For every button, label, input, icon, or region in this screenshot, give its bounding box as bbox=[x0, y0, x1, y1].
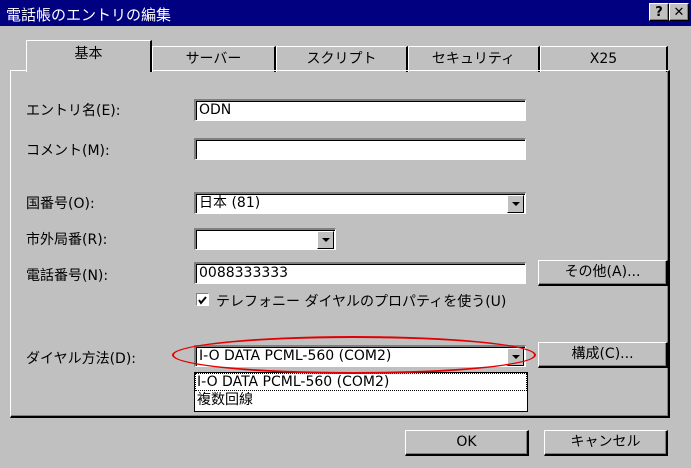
entry-name-input[interactable]: ODN bbox=[194, 99, 526, 121]
area-code-label: 市外局番(R): bbox=[26, 232, 108, 248]
close-button[interactable]: ✕ bbox=[669, 3, 689, 21]
tab-x25[interactable]: X25 bbox=[540, 46, 668, 72]
entry-name-label: エントリ名(E): bbox=[26, 103, 121, 119]
other-button[interactable]: その他(A)... bbox=[538, 260, 668, 286]
tab-server[interactable]: サーバー bbox=[152, 46, 276, 72]
highlight-ellipse bbox=[172, 336, 536, 374]
dial-method-label: ダイヤル方法(D): bbox=[26, 351, 137, 367]
country-code-select[interactable]: 日本 (81) bbox=[194, 192, 526, 214]
country-code-value: 日本 (81) bbox=[199, 195, 261, 211]
telephony-checkbox[interactable] bbox=[196, 293, 209, 306]
cancel-button[interactable]: キャンセル bbox=[544, 430, 668, 456]
tab-basic[interactable]: 基本 bbox=[26, 40, 152, 72]
help-button[interactable]: ? bbox=[649, 3, 669, 21]
window-title: 電話帳のエントリの編集 bbox=[6, 6, 172, 24]
checkmark-icon bbox=[198, 296, 207, 305]
title-bar: 電話帳のエントリの編集 ? ✕ bbox=[0, 0, 691, 26]
phone-number-label: 電話番号(N): bbox=[26, 268, 109, 284]
phone-number-input[interactable]: 0088333333 bbox=[194, 262, 526, 284]
dropdown-option-multiline[interactable]: 複数回線 bbox=[195, 391, 527, 409]
comment-input[interactable] bbox=[194, 138, 526, 160]
comment-label: コメント(M): bbox=[26, 143, 110, 159]
tab-security[interactable]: セキュリティ bbox=[408, 46, 540, 72]
ok-button[interactable]: OK bbox=[405, 430, 529, 456]
country-code-label: 国番号(O): bbox=[26, 196, 95, 212]
chevron-down-icon[interactable] bbox=[507, 195, 524, 213]
chevron-down-icon[interactable] bbox=[317, 231, 334, 249]
area-code-select[interactable] bbox=[194, 228, 336, 250]
configure-button[interactable]: 構成(C)... bbox=[538, 342, 668, 368]
dropdown-option-modem[interactable]: I-O DATA PCML-560 (COM2) bbox=[195, 373, 527, 391]
telephony-checkbox-label: テレフォニー ダイヤルのプロパティを使う(U) bbox=[216, 294, 507, 310]
tab-script[interactable]: スクリプト bbox=[276, 46, 408, 72]
dial-method-dropdown-list: I-O DATA PCML-560 (COM2) 複数回線 bbox=[194, 372, 528, 412]
